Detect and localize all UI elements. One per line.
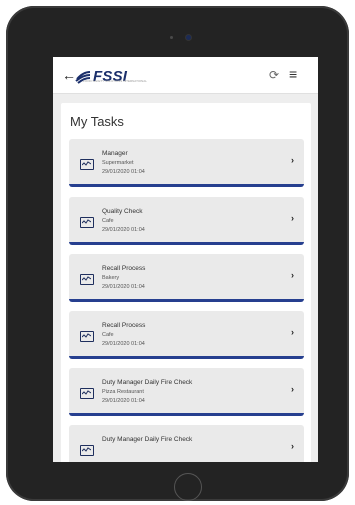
chart-monitor-icon	[80, 274, 94, 285]
chevron-right-icon[interactable]: ›	[291, 327, 294, 337]
task-card[interactable]: Recall Process Cafe 29/01/2020 01:04 ›	[69, 311, 304, 359]
task-date: 29/01/2020 01:04	[102, 284, 145, 290]
task-location: Cafe	[102, 218, 114, 224]
chart-monitor-icon	[80, 159, 94, 170]
tasks-panel: My Tasks Manager Supermarket 29/01/2020 01…	[61, 103, 311, 462]
chevron-right-icon[interactable]: ›	[291, 270, 294, 280]
fssi-logo: FSSI	[75, 65, 127, 87]
task-title: Duty Manager Daily Fire Check	[102, 379, 193, 386]
refresh-icon[interactable]: ⟳	[269, 67, 279, 83]
task-location: Bakery	[102, 275, 120, 281]
task-title: Recall Process	[102, 322, 146, 329]
chevron-right-icon[interactable]: ›	[291, 384, 294, 394]
chart-monitor-icon	[80, 217, 94, 228]
logo-tagline: FOOD SAFETY SOLUTIONS INTERNATIONAL	[83, 79, 147, 83]
task-location: Pizza Restaurant	[102, 389, 144, 395]
chart-monitor-icon	[80, 388, 94, 399]
task-card[interactable]: Recall Process Bakery 29/01/2020 01:04 ›	[69, 254, 304, 302]
back-arrow-icon[interactable]: ←	[62, 66, 76, 84]
chevron-right-icon[interactable]: ›	[291, 213, 294, 223]
hamburger-menu-icon[interactable]: ≡	[289, 66, 297, 82]
task-location: Cafe	[102, 332, 114, 338]
top-bar: ← FSSI FOOD SAFETY SOLUTIONS INTERNATION…	[53, 57, 318, 94]
task-card[interactable]: Duty Manager Daily Fire Check Pizza Resta…	[69, 368, 304, 416]
task-title: Duty Manager Daily Fire Check	[102, 436, 193, 443]
task-date: 29/01/2020 01:04	[102, 398, 145, 404]
app-screen: ← FSSI FOOD SAFETY SOLUTIONS INTERNATION…	[53, 57, 318, 462]
chart-monitor-icon	[80, 445, 94, 456]
task-location: Supermarket	[102, 160, 134, 166]
task-card[interactable]: Duty Manager Daily Fire Check ›	[69, 425, 304, 462]
sensor-dot	[170, 36, 173, 39]
chevron-right-icon[interactable]: ›	[291, 155, 294, 165]
task-date: 29/01/2020 01:04	[102, 227, 145, 233]
task-title: Manager	[102, 150, 128, 157]
task-card[interactable]: Quality Check Cafe 29/01/2020 01:04 ›	[69, 197, 304, 245]
chart-monitor-icon	[80, 331, 94, 342]
task-title: Recall Process	[102, 265, 146, 272]
chevron-right-icon[interactable]: ›	[291, 441, 294, 451]
task-date: 29/01/2020 01:04	[102, 169, 145, 175]
page-title: My Tasks	[70, 114, 124, 129]
front-camera	[186, 35, 191, 40]
task-card[interactable]: Manager Supermarket 29/01/2020 01:04 ›	[69, 139, 304, 187]
home-button[interactable]	[174, 473, 202, 501]
task-title: Quality Check	[102, 208, 143, 215]
task-date: 29/01/2020 01:04	[102, 341, 145, 347]
